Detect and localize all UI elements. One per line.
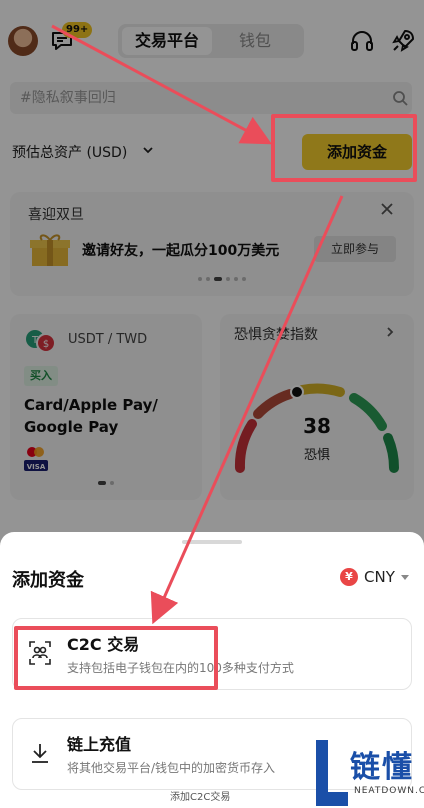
- highlight-c2c-option: [14, 626, 218, 690]
- app-screen: 99+ 交易平台 钱包 预估总资产 (USD) 添加资金 喜迎双旦: [0, 0, 424, 808]
- onchain-deposit-title: 链上充值: [67, 735, 132, 754]
- currency-label: CNY: [364, 568, 395, 586]
- cny-icon: ¥: [340, 568, 358, 586]
- sheet-title: 添加资金: [12, 570, 84, 591]
- watermark-name: 链懂: [350, 750, 414, 785]
- download-icon: [32, 744, 48, 763]
- highlight-add-funds: [271, 114, 417, 182]
- caret-down-icon: [401, 575, 409, 580]
- watermark-logo-icon: [316, 740, 348, 806]
- sheet-drag-handle[interactable]: [182, 540, 242, 544]
- watermark: 链懂 NEATDOWN.COM: [314, 716, 424, 806]
- watermark-domain: NEATDOWN.COM: [354, 786, 424, 796]
- watermark-caption: 添加C2C交易: [170, 792, 231, 803]
